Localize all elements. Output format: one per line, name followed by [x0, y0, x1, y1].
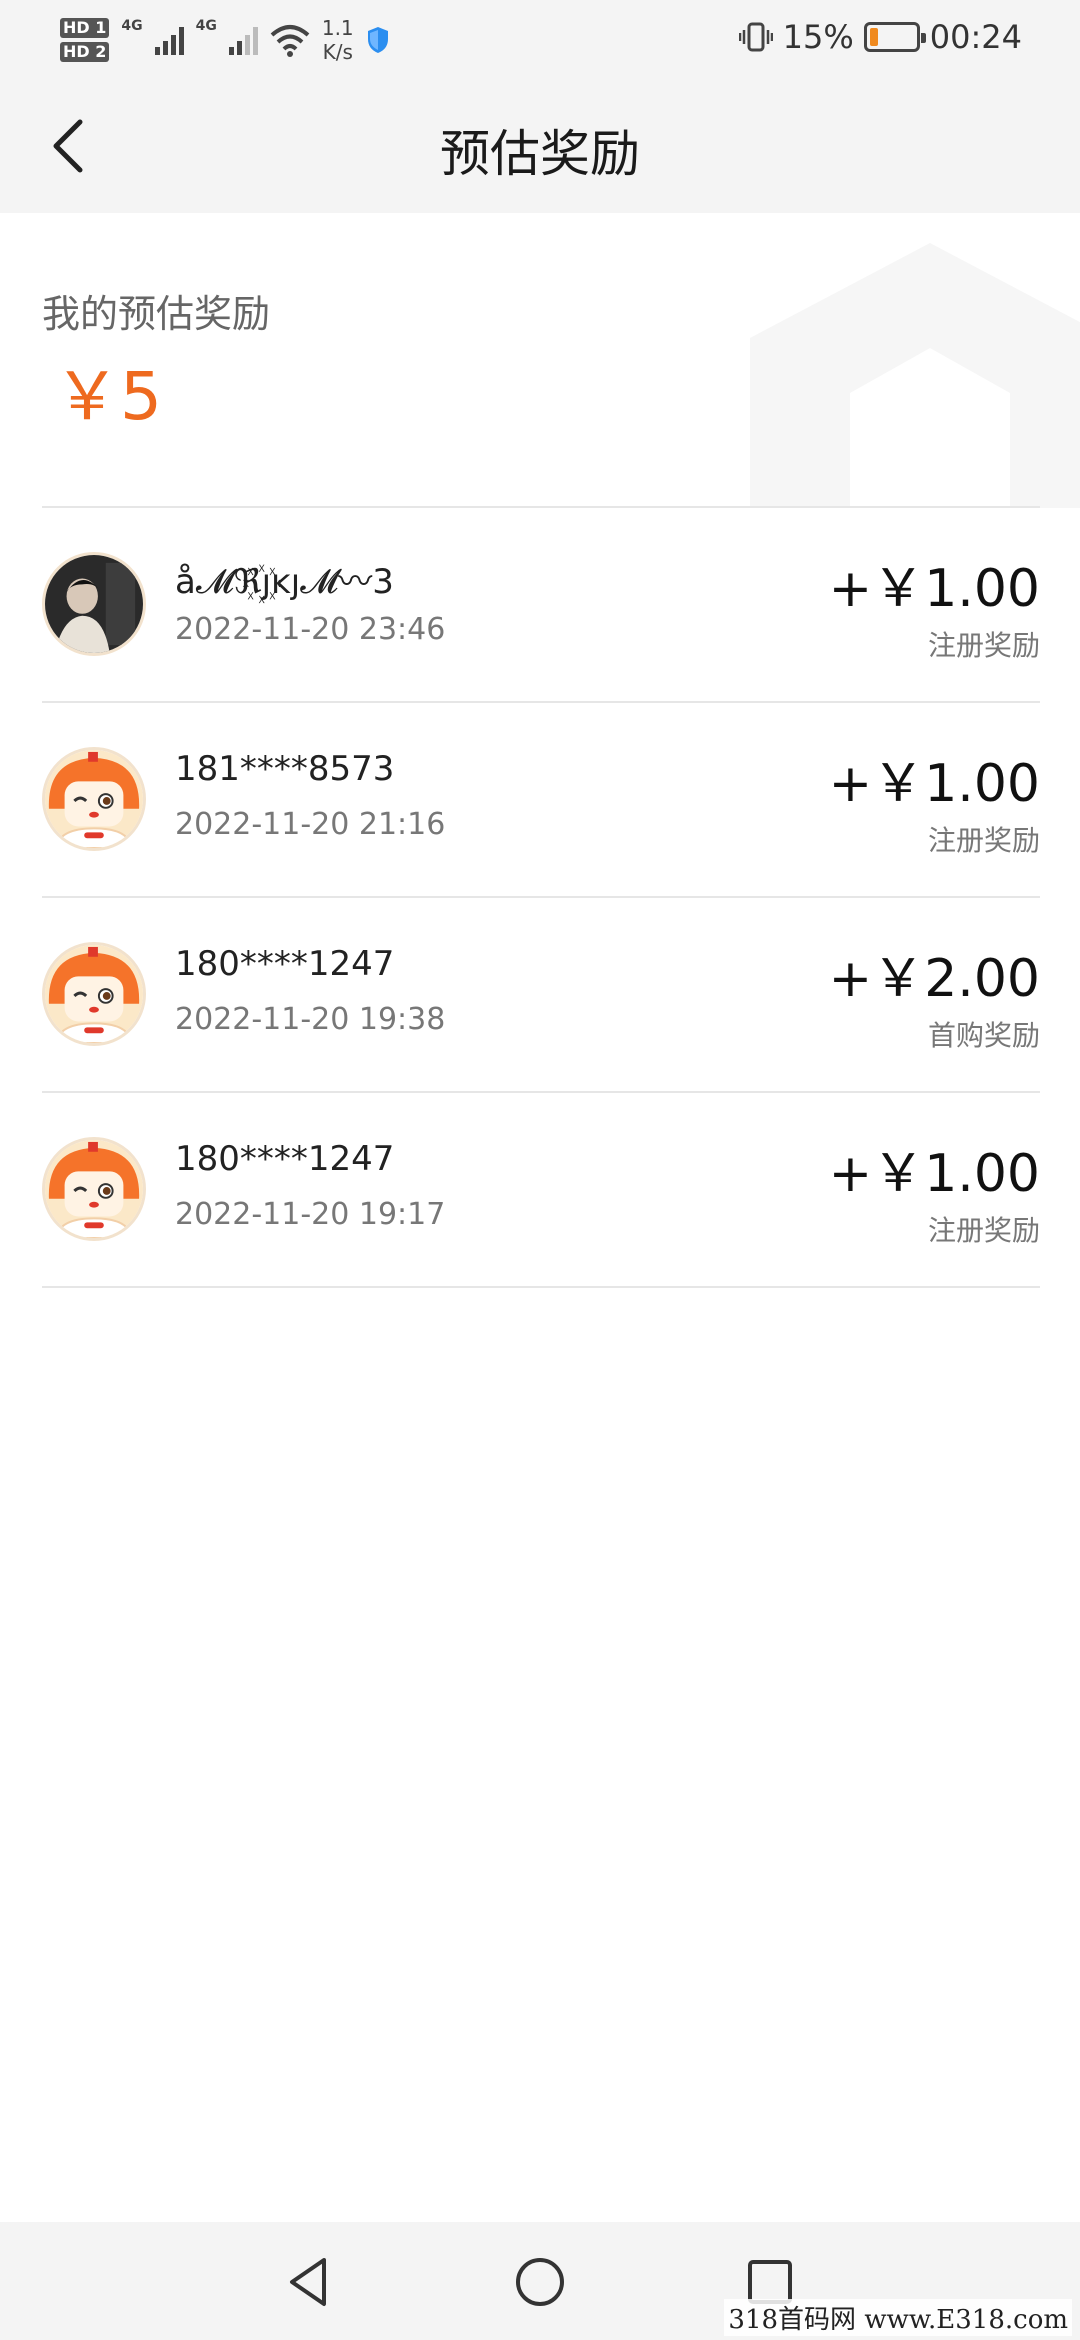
reward-amount: +￥1.00 — [828, 754, 1040, 814]
reward-amount: +￥1.00 — [828, 559, 1040, 619]
status-left: HD 1 HD 2 4G 4G 1.1 K/s — [60, 10, 390, 70]
list-item[interactable]: 180****1247 2022-11-20 19:38 +￥2.00 首购奖励 — [42, 898, 1040, 1093]
nav-bar: 预估奖励 — [0, 80, 1080, 213]
mascot-avatar-icon — [45, 945, 143, 1043]
nav-back-triangle-icon[interactable] — [282, 2254, 338, 2310]
network-type-1: 4G — [121, 18, 143, 34]
hd-badges: HD 1 HD 2 — [60, 18, 110, 62]
status-bar: HD 1 HD 2 4G 4G 1.1 K/s 15% 00:24 — [0, 0, 1080, 80]
speed-unit: K/s — [322, 40, 353, 64]
clock: 00:24 — [929, 18, 1022, 56]
mascot-avatar-icon — [45, 1140, 143, 1238]
signal-icon-2 — [228, 25, 258, 55]
reward-amount: +￥2.00 — [828, 949, 1040, 1009]
reward-time: 2022-11-20 23:46 — [175, 612, 446, 647]
network-type-2: 4G — [195, 18, 217, 34]
wifi-icon — [270, 25, 310, 57]
mascot-avatar-icon — [45, 750, 143, 848]
reward-time: 2022-11-20 19:38 — [175, 1002, 446, 1037]
avatar — [42, 1137, 146, 1241]
user-name: 180****1247 — [175, 944, 395, 984]
list-item[interactable]: 180****1247 2022-11-20 19:17 +￥1.00 注册奖励 — [42, 1093, 1040, 1288]
hd2-badge: HD 2 — [60, 42, 110, 62]
watermark: 318首码网 www.E318.com — [724, 2299, 1072, 2336]
reward-type: 注册奖励 — [927, 629, 1040, 662]
vibrate-icon — [738, 22, 773, 52]
battery-icon — [863, 22, 926, 52]
system-nav-bar: 318首码网 www.E318.com — [0, 2222, 1080, 2340]
page-title: 预估奖励 — [440, 125, 640, 183]
decorative-hexagon-icon — [750, 243, 1080, 508]
avatar — [42, 747, 146, 851]
shield-icon — [367, 27, 388, 53]
avatar — [42, 552, 146, 656]
reward-type: 注册奖励 — [927, 824, 1040, 857]
reward-type: 注册奖励 — [927, 1214, 1040, 1247]
summary-amount: ￥5 — [54, 358, 162, 435]
avatar — [42, 942, 146, 1046]
speed-value: 1.1 — [321, 16, 354, 40]
battery-percent: 15% — [782, 18, 854, 56]
battery-level-fill — [869, 28, 878, 46]
nav-home-circle-icon[interactable] — [512, 2254, 568, 2310]
reward-time: 2022-11-20 21:16 — [175, 807, 446, 842]
reward-type: 首购奖励 — [927, 1019, 1040, 1052]
reward-time: 2022-11-20 19:17 — [175, 1197, 446, 1232]
list-item[interactable]: å𝓜ℜ꙰ȷĸȷ𝓜〰3 2022-11-20 23:46 +￥1.00 注册奖励 — [42, 508, 1040, 703]
list-item[interactable]: 181****8573 2022-11-20 21:16 +￥1.00 注册奖励 — [42, 703, 1040, 898]
summary-label: 我的预估奖励 — [42, 292, 271, 336]
network-speed: 1.1 K/s — [322, 16, 354, 64]
reward-amount: +￥1.00 — [828, 1144, 1040, 1204]
user-photo-icon — [45, 555, 143, 653]
hd1-badge: HD 1 — [60, 18, 110, 38]
status-right: 15% 00:24 — [738, 18, 1022, 56]
user-name: 181****8573 — [175, 749, 395, 789]
user-name: 180****1247 — [175, 1139, 395, 1179]
signal-icon-1 — [154, 25, 184, 55]
user-name: å𝓜ℜ꙰ȷĸȷ𝓜〰3 — [175, 562, 394, 602]
reward-summary: 我的预估奖励 ￥5 — [0, 213, 1080, 508]
reward-list: å𝓜ℜ꙰ȷĸȷ𝓜〰3 2022-11-20 23:46 +￥1.00 注册奖励 … — [42, 506, 1040, 1288]
